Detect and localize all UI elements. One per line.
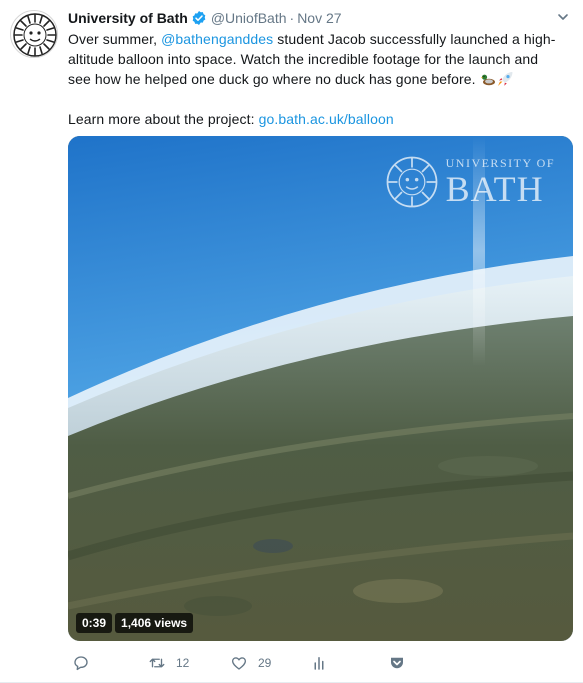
author-handle[interactable]: @UniofBath xyxy=(211,10,287,26)
retweet-count: 12 xyxy=(176,656,190,670)
reply-button[interactable] xyxy=(72,654,100,672)
header-separator: · xyxy=(289,10,295,26)
view-count: 1,406 views xyxy=(115,613,194,633)
analytics-icon xyxy=(314,657,324,670)
tweet-date[interactable]: Nov 27 xyxy=(297,10,341,26)
university-watermark: UNIVERSITY OF BATH xyxy=(384,152,555,212)
tweet-actions: 12 29 xyxy=(68,654,573,674)
like-button[interactable]: 29 xyxy=(230,654,271,672)
duck-icon xyxy=(480,74,495,86)
project-link[interactable]: go.bath.ac.uk/balloon xyxy=(259,111,394,127)
tweet-header: University of Bath @UniofBath · Nov 27 xyxy=(68,9,573,29)
rocket-icon xyxy=(497,72,513,86)
like-icon xyxy=(231,657,247,670)
analytics-button[interactable] xyxy=(310,654,328,672)
mention-link[interactable]: @bathenganddes xyxy=(161,31,273,47)
reply-icon xyxy=(74,656,88,671)
author-name[interactable]: University of Bath xyxy=(68,10,188,26)
watermark-top-text: UNIVERSITY OF xyxy=(445,156,555,170)
watermark-seal-icon xyxy=(386,156,437,208)
pocket-button[interactable] xyxy=(388,654,406,672)
video-duration: 0:39 xyxy=(76,613,113,633)
like-count: 29 xyxy=(258,656,272,670)
tweet[interactable]: University of Bath @UniofBath · Nov 27 Over… xyxy=(0,0,583,683)
video-player[interactable]: UNIVERSITY OF BATH 0:39 1,406 views xyxy=(68,136,573,641)
verified-icon xyxy=(192,11,206,25)
university-seal-icon xyxy=(13,13,57,57)
learn-more-text: Learn more about the project: xyxy=(68,111,259,127)
pocket-icon xyxy=(391,657,403,669)
tweet-text-part1: Over summer, xyxy=(68,31,162,47)
tweet-text: Over summer, @bathenganddes student Jaco… xyxy=(68,29,558,129)
video-badges: 0:39 1,406 views xyxy=(76,613,196,633)
retweet-icon xyxy=(149,658,165,668)
retweet-button[interactable]: 12 xyxy=(148,654,189,672)
avatar[interactable] xyxy=(10,10,58,58)
chevron-down-icon[interactable] xyxy=(557,11,569,23)
watermark-main-text: BATH xyxy=(445,169,544,209)
